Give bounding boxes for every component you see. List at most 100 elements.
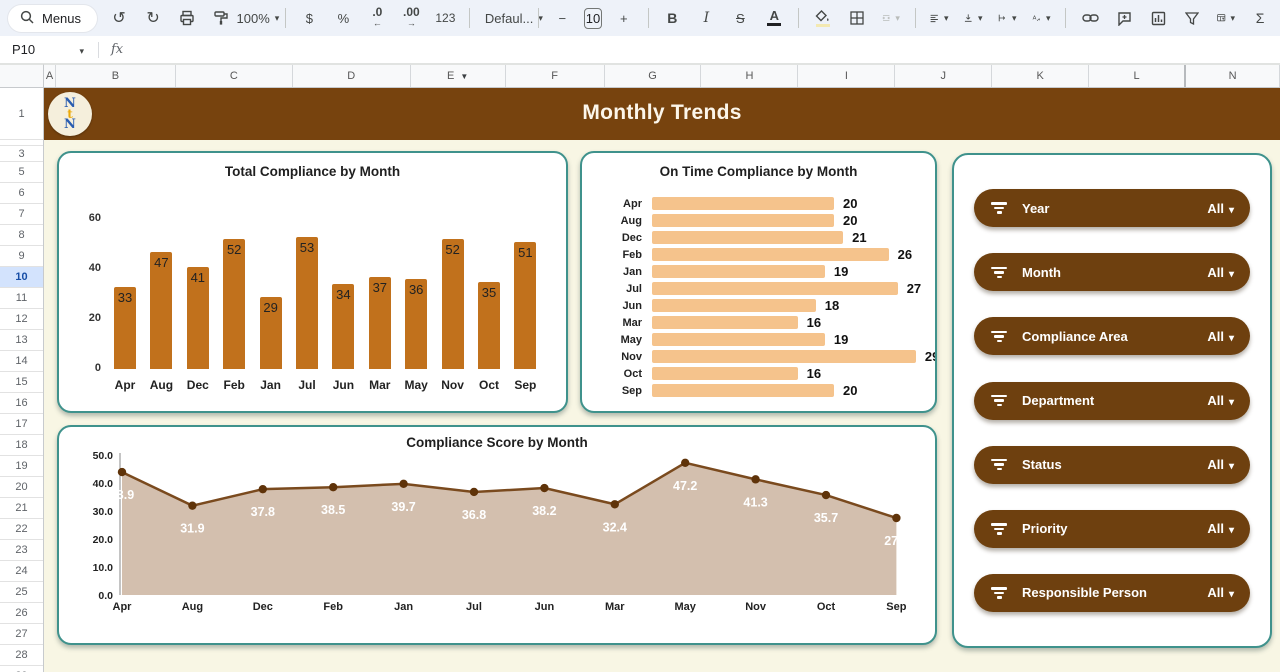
row-header-23[interactable]: 23 <box>0 540 43 561</box>
filter-pill-priority[interactable]: Priority All <box>974 509 1250 548</box>
row-header-6[interactable]: 6 <box>0 183 43 204</box>
filter-pill-compliance-area[interactable]: Compliance Area All <box>974 317 1250 356</box>
text-wrap-button[interactable] <box>995 5 1019 31</box>
row-header-1[interactable]: 1 <box>0 88 43 140</box>
column-header-G[interactable]: G <box>605 65 702 87</box>
column-header-J[interactable]: J <box>895 65 993 87</box>
row-header-16[interactable]: 16 <box>0 393 43 414</box>
column-filter-icon[interactable] <box>460 70 468 82</box>
filter-pill-responsible-person[interactable]: Responsible Person All <box>974 573 1250 612</box>
increase-decimal-button[interactable]: .00 → <box>399 5 423 31</box>
row-header-8[interactable]: 8 <box>0 225 43 246</box>
filter-value: All <box>1207 393 1234 408</box>
column-header-B[interactable]: B <box>56 65 176 87</box>
column-header-D[interactable]: D <box>293 65 411 87</box>
row-header-24[interactable]: 24 <box>0 561 43 582</box>
text-color-button[interactable]: A <box>762 5 786 31</box>
title-banner: N t N Monthly Trends <box>44 88 1280 140</box>
name-box-caret-icon <box>76 42 84 57</box>
column-header-N[interactable]: N <box>1186 65 1280 87</box>
italic-button[interactable]: I <box>694 5 718 31</box>
print-icon[interactable] <box>175 5 199 31</box>
row-header-18[interactable]: 18 <box>0 435 43 456</box>
row-header-7[interactable]: 7 <box>0 204 43 225</box>
sheet-canvas[interactable]: N t N Monthly Trends Total Compliance by… <box>44 88 1280 672</box>
column-header-A[interactable]: A <box>44 65 56 87</box>
insert-link-button[interactable] <box>1078 5 1102 31</box>
chart-total-compliance[interactable]: Total Compliance by Month 0 20 40 60 33 Apr 47… <box>57 151 568 413</box>
more-formats-button[interactable]: 123 <box>433 5 457 31</box>
toolbar-divider <box>798 8 799 28</box>
bar-value-label: 33 <box>117 289 133 305</box>
decrease-font-size-button[interactable]: − <box>550 5 574 31</box>
row-header-12[interactable]: 12 <box>0 309 43 330</box>
column-header-E[interactable]: E <box>411 65 506 87</box>
zoom-select[interactable]: 100% <box>237 5 273 31</box>
font-size-input[interactable]: 10 <box>584 7 602 29</box>
undo-button[interactable]: ↺ <box>107 5 131 31</box>
paint-format-icon[interactable] <box>209 5 233 31</box>
row-header-15[interactable]: 15 <box>0 372 43 393</box>
row-header-29[interactable]: 29 <box>0 666 43 672</box>
filter-pill-status[interactable]: Status All <box>974 445 1250 484</box>
bar-chart-plot: 0 20 40 60 33 Apr 47 Aug 41 Dec 52 Feb 29 Jan 53 Jul 34 J… <box>89 212 549 392</box>
row-header-10[interactable]: 10 <box>0 267 43 288</box>
name-box[interactable]: P10 <box>0 42 92 57</box>
filter-pill-month[interactable]: Month All <box>974 253 1250 292</box>
chart-ontime-compliance[interactable]: On Time Compliance by Month Apr 20 Aug 20 De… <box>580 151 937 413</box>
horizontal-align-button[interactable] <box>927 5 951 31</box>
select-all-corner[interactable] <box>0 64 44 88</box>
column-header-F[interactable]: F <box>506 65 605 87</box>
column-header-L[interactable]: L <box>1089 65 1187 87</box>
row-header-21[interactable]: 21 <box>0 498 43 519</box>
menus-search[interactable]: Menus <box>8 4 98 32</box>
insert-comment-button[interactable] <box>1112 5 1136 31</box>
text-rotation-button[interactable]: A <box>1029 5 1053 31</box>
vertical-align-button[interactable] <box>961 5 985 31</box>
row-header-13[interactable]: 13 <box>0 330 43 351</box>
borders-button[interactable] <box>845 5 869 31</box>
spreadsheet-app: Menus ↺ ↻ 100% $ % .0← .00→ 123 Defaul..… <box>0 0 1280 672</box>
row-header-25[interactable]: 25 <box>0 582 43 603</box>
font-select[interactable]: Defaul... <box>482 5 533 31</box>
row-header-22[interactable]: 22 <box>0 519 43 540</box>
column-header-C[interactable]: C <box>176 65 293 87</box>
decrease-decimal-button[interactable]: .0 ← <box>365 5 389 31</box>
row-header-27[interactable]: 27 <box>0 624 43 645</box>
column-header-K[interactable]: K <box>992 65 1090 87</box>
row-header-5[interactable]: 5 <box>0 162 43 183</box>
row-header-26[interactable]: 26 <box>0 603 43 624</box>
create-filter-button[interactable] <box>1180 5 1204 31</box>
filter-views-button[interactable] <box>1214 5 1238 31</box>
bar-value-label: 51 <box>518 244 533 260</box>
insert-chart-button[interactable] <box>1146 5 1170 31</box>
x-axis-label: Jan <box>260 378 281 392</box>
percent-format-button[interactable]: % <box>331 5 355 31</box>
strikethrough-button[interactable]: S <box>728 5 752 31</box>
chart-compliance-score[interactable]: Compliance Score by Month 0.0 10.0 20.0 30.… <box>57 425 937 645</box>
filter-value: All <box>1207 265 1234 280</box>
row-header-19[interactable]: 19 <box>0 456 43 477</box>
redo-button[interactable]: ↻ <box>141 5 165 31</box>
hbar-row-Jun: Jun 18 <box>594 298 935 313</box>
bold-button[interactable]: B <box>660 5 684 31</box>
row-header-3[interactable]: 3 <box>0 146 43 162</box>
row-header-17[interactable]: 17 <box>0 414 43 435</box>
category-label: Aug <box>620 214 642 227</box>
currency-format-button[interactable]: $ <box>297 5 321 31</box>
filter-pill-department[interactable]: Department All <box>974 381 1250 420</box>
row-header-20[interactable]: 20 <box>0 477 43 498</box>
functions-button[interactable]: Σ <box>1248 5 1272 31</box>
filter-pill-year[interactable]: Year All <box>974 189 1250 228</box>
row-header-9[interactable]: 9 <box>0 246 43 267</box>
filter-value: All <box>1207 457 1234 472</box>
column-header-I[interactable]: I <box>798 65 896 87</box>
hbar-row-Mar: Mar 16 <box>594 315 935 330</box>
increase-font-size-button[interactable]: + <box>612 5 636 31</box>
row-header-11[interactable]: 11 <box>0 288 43 309</box>
column-header-H[interactable]: H <box>701 65 799 87</box>
row-header-28[interactable]: 28 <box>0 645 43 666</box>
toolbar-divider <box>537 8 539 28</box>
fill-color-button[interactable] <box>811 5 835 31</box>
row-header-14[interactable]: 14 <box>0 351 43 372</box>
